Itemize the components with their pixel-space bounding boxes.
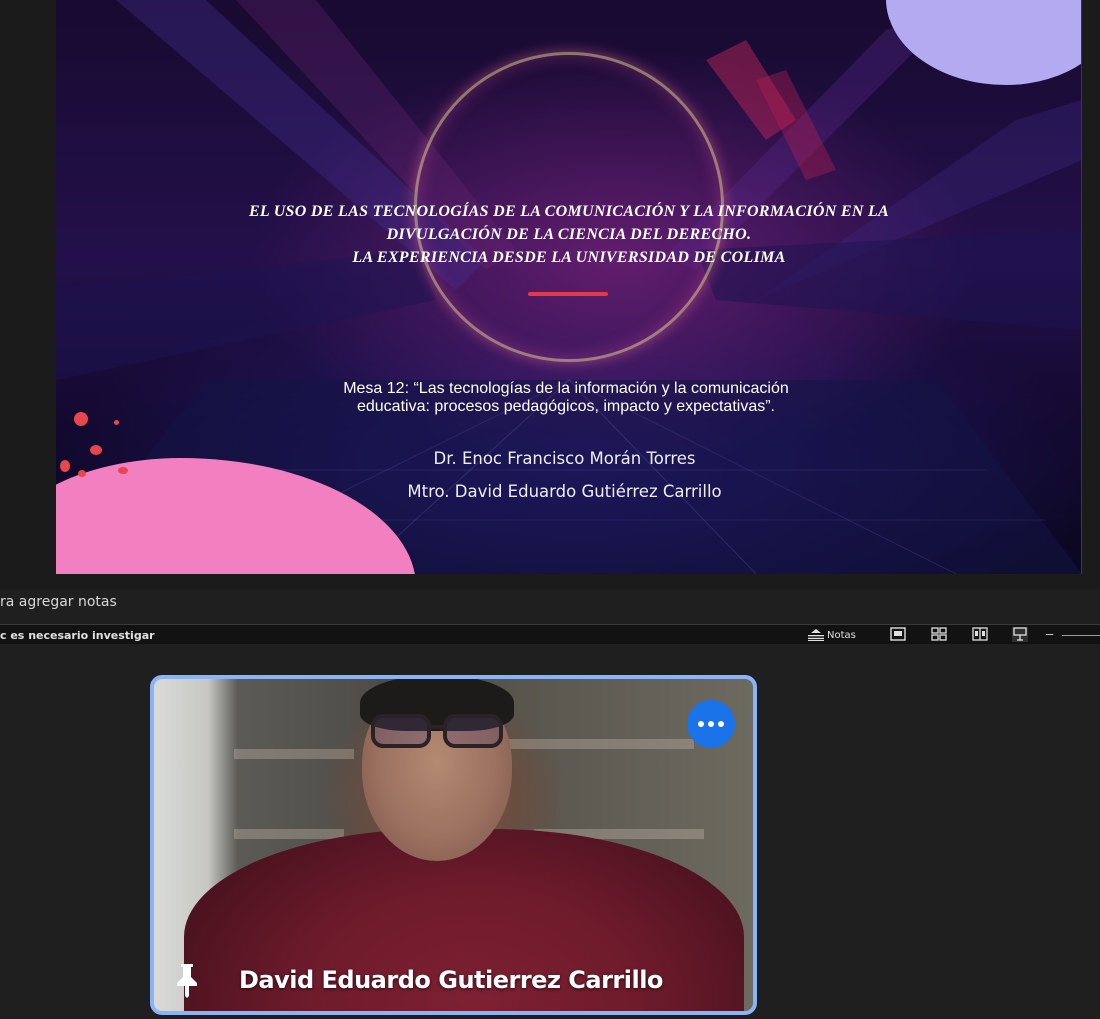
red-dot [114,420,119,425]
slide-author: Dr. Enoc Francisco Morán Torres [433,449,696,468]
slide-title-line: LA EXPERIENCIA DESDE LA UNIVERSIDAD DE C… [352,249,786,266]
slide-stage: EL USO DE LAS TECNOLOGÍAS DE LA COMUNICA… [0,0,1100,590]
normal-view-button[interactable] [890,627,906,642]
status-slide-name: c es necesario investigar [0,629,155,642]
more-options-icon [718,721,724,727]
glasses [371,714,503,748]
title-underline-bar [528,292,608,296]
background-shelf [504,739,694,749]
status-bar: c es necesario investigar Notas – [0,624,1100,644]
red-dot [118,467,128,474]
reading-view-button[interactable] [972,627,988,642]
presentation-slide[interactable]: EL USO DE LAS TECNOLOGÍAS DE LA COMUNICA… [56,0,1082,574]
notes-input-placeholder[interactable]: ra agregar notas [0,594,117,610]
background-shelf [234,749,354,759]
more-options-icon [698,721,704,727]
red-dot [74,412,88,426]
background-shelf [234,829,344,839]
normal-view-icon [890,627,906,641]
zoom-slider[interactable] [1062,635,1100,636]
more-options-icon [708,721,714,727]
pin-icon[interactable] [172,962,202,998]
slide-author: Mtro. David Eduardo Gutiérrez Carrillo [407,482,722,501]
zoom-out-button[interactable]: – [1046,626,1053,641]
notes-label: Notas [827,629,856,641]
notes-button[interactable]: Notas [808,627,856,643]
slide-sorter-icon [931,627,947,641]
participant-video-tile[interactable]: David Eduardo Gutierrez Carrillo [150,675,757,1015]
notes-icon [808,629,824,641]
slide-title-line: DIVULGACIÓN DE LA CIENCIA DEL DERECHO. [386,226,752,243]
reading-view-icon [972,627,988,641]
presenter-view-button[interactable] [1012,627,1028,642]
slide-mesa-text: Mesa 12: “Las tecnologías de la informac… [343,380,789,415]
slide-sorter-button[interactable] [931,627,947,642]
presenter-view-icon [1013,627,1027,641]
slide-title: EL USO DE LAS TECNOLOGÍAS DE LA COMUNICA… [56,200,1081,269]
more-options-button[interactable] [687,700,735,748]
participant-name: David Eduardo Gutierrez Carrillo [239,966,663,994]
red-dot [78,470,86,477]
slide-title-line: EL USO DE LAS TECNOLOGÍAS DE LA COMUNICA… [248,203,890,220]
